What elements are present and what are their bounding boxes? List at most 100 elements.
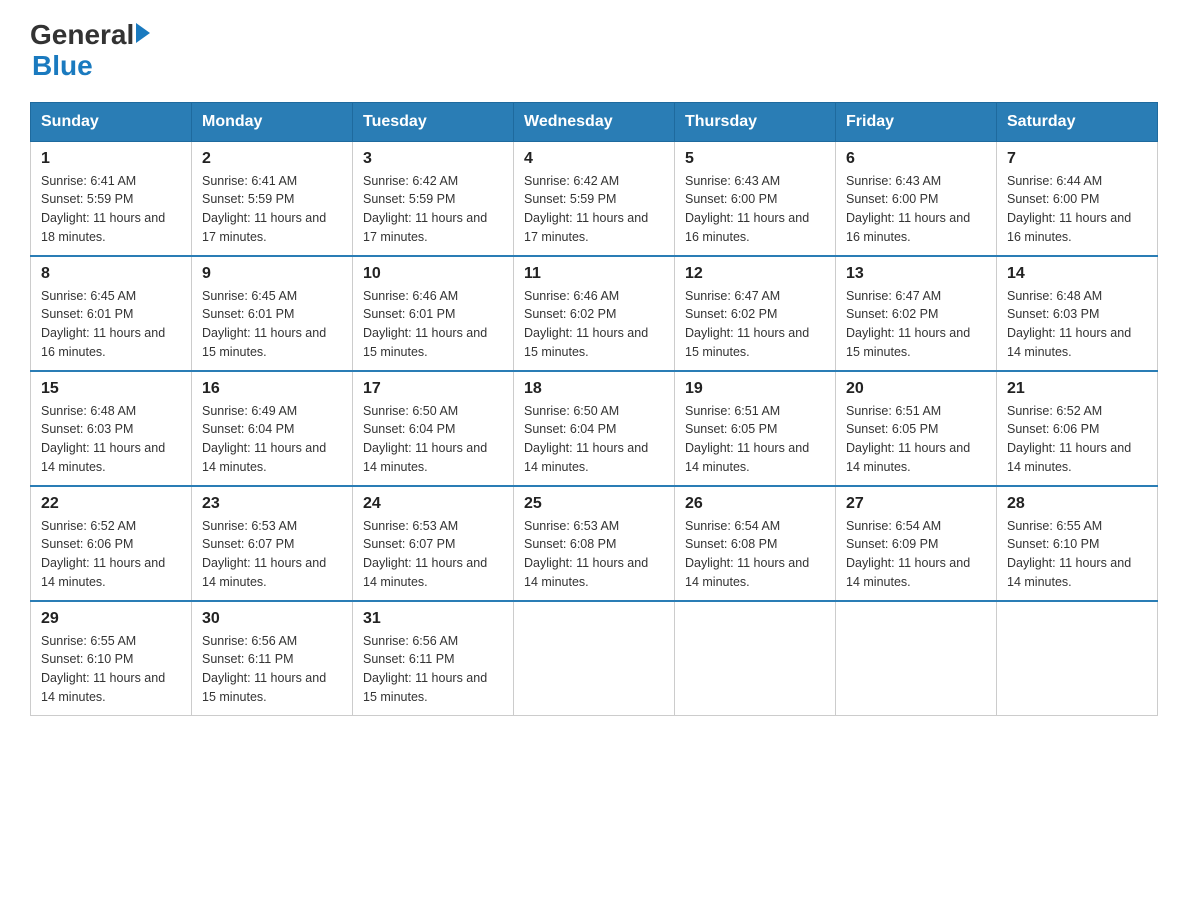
day-number: 18 bbox=[524, 380, 664, 398]
day-info: Sunrise: 6:53 AMSunset: 6:07 PMDaylight:… bbox=[363, 517, 503, 592]
calendar-cell: 17 Sunrise: 6:50 AMSunset: 6:04 PMDayligh… bbox=[353, 371, 514, 486]
calendar-cell: 24 Sunrise: 6:53 AMSunset: 6:07 PMDayligh… bbox=[353, 486, 514, 601]
day-number: 12 bbox=[685, 265, 825, 283]
day-number: 17 bbox=[363, 380, 503, 398]
calendar-cell bbox=[675, 601, 836, 716]
day-info: Sunrise: 6:55 AMSunset: 6:10 PMDaylight:… bbox=[1007, 517, 1147, 592]
calendar-cell: 22 Sunrise: 6:52 AMSunset: 6:06 PMDayligh… bbox=[31, 486, 192, 601]
day-number: 14 bbox=[1007, 265, 1147, 283]
calendar-cell bbox=[997, 601, 1158, 716]
day-number: 11 bbox=[524, 265, 664, 283]
day-info: Sunrise: 6:45 AMSunset: 6:01 PMDaylight:… bbox=[202, 287, 342, 362]
day-number: 1 bbox=[41, 150, 181, 168]
calendar-cell: 12 Sunrise: 6:47 AMSunset: 6:02 PMDayligh… bbox=[675, 256, 836, 371]
day-number: 2 bbox=[202, 150, 342, 168]
logo: General Blue bbox=[30, 20, 150, 82]
calendar-cell: 29 Sunrise: 6:55 AMSunset: 6:10 PMDayligh… bbox=[31, 601, 192, 716]
calendar-cell: 13Sunrise: 6:47 AMSunset: 6:02 PMDayligh… bbox=[836, 256, 997, 371]
calendar-cell: 8Sunrise: 6:45 AMSunset: 6:01 PMDaylight… bbox=[31, 256, 192, 371]
day-info: Sunrise: 6:43 AMSunset: 6:00 PMDaylight:… bbox=[685, 172, 825, 247]
calendar-week-5: 29 Sunrise: 6:55 AMSunset: 6:10 PMDayligh… bbox=[31, 601, 1158, 716]
day-info: Sunrise: 6:45 AMSunset: 6:01 PMDaylight:… bbox=[41, 287, 181, 362]
day-info: Sunrise: 6:41 AMSunset: 5:59 PMDaylight:… bbox=[202, 172, 342, 247]
day-number: 16 bbox=[202, 380, 342, 398]
logo-general: General bbox=[30, 20, 134, 51]
calendar-week-3: 15Sunrise: 6:48 AMSunset: 6:03 PMDayligh… bbox=[31, 371, 1158, 486]
calendar-body: 1 Sunrise: 6:41 AMSunset: 5:59 PMDaylight… bbox=[31, 141, 1158, 715]
day-info: Sunrise: 6:42 AMSunset: 5:59 PMDaylight:… bbox=[524, 172, 664, 247]
day-number: 10 bbox=[363, 265, 503, 283]
header-tuesday: Tuesday bbox=[353, 102, 514, 141]
day-number: 24 bbox=[363, 495, 503, 513]
calendar-cell: 26 Sunrise: 6:54 AMSunset: 6:08 PMDayligh… bbox=[675, 486, 836, 601]
day-info: Sunrise: 6:51 AMSunset: 6:05 PMDaylight:… bbox=[685, 402, 825, 477]
day-info: Sunrise: 6:50 AMSunset: 6:04 PMDaylight:… bbox=[524, 402, 664, 477]
day-info: Sunrise: 6:46 AMSunset: 6:02 PMDaylight:… bbox=[524, 287, 664, 362]
calendar-cell: 27 Sunrise: 6:54 AMSunset: 6:09 PMDayligh… bbox=[836, 486, 997, 601]
calendar-week-2: 8Sunrise: 6:45 AMSunset: 6:01 PMDaylight… bbox=[31, 256, 1158, 371]
day-info: Sunrise: 6:44 AMSunset: 6:00 PMDaylight:… bbox=[1007, 172, 1147, 247]
header-sunday: Sunday bbox=[31, 102, 192, 141]
day-info: Sunrise: 6:56 AMSunset: 6:11 PMDaylight:… bbox=[202, 632, 342, 707]
calendar-cell: 11 Sunrise: 6:46 AMSunset: 6:02 PMDayligh… bbox=[514, 256, 675, 371]
day-info: Sunrise: 6:52 AMSunset: 6:06 PMDaylight:… bbox=[1007, 402, 1147, 477]
day-number: 6 bbox=[846, 150, 986, 168]
day-number: 7 bbox=[1007, 150, 1147, 168]
calendar-cell: 6 Sunrise: 6:43 AMSunset: 6:00 PMDaylight… bbox=[836, 141, 997, 256]
day-info: Sunrise: 6:53 AMSunset: 6:07 PMDaylight:… bbox=[202, 517, 342, 592]
day-info: Sunrise: 6:47 AMSunset: 6:02 PMDaylight:… bbox=[685, 287, 825, 362]
calendar-cell: 16Sunrise: 6:49 AMSunset: 6:04 PMDayligh… bbox=[192, 371, 353, 486]
calendar-cell: 7 Sunrise: 6:44 AMSunset: 6:00 PMDaylight… bbox=[997, 141, 1158, 256]
calendar-cell: 21Sunrise: 6:52 AMSunset: 6:06 PMDayligh… bbox=[997, 371, 1158, 486]
day-info: Sunrise: 6:48 AMSunset: 6:03 PMDaylight:… bbox=[41, 402, 181, 477]
calendar-cell: 9 Sunrise: 6:45 AMSunset: 6:01 PMDaylight… bbox=[192, 256, 353, 371]
day-info: Sunrise: 6:43 AMSunset: 6:00 PMDaylight:… bbox=[846, 172, 986, 247]
day-number: 3 bbox=[363, 150, 503, 168]
calendar-table: SundayMondayTuesdayWednesdayThursdayFrid… bbox=[30, 102, 1158, 716]
logo-arrow-icon bbox=[136, 23, 150, 43]
day-info: Sunrise: 6:55 AMSunset: 6:10 PMDaylight:… bbox=[41, 632, 181, 707]
day-number: 27 bbox=[846, 495, 986, 513]
day-info: Sunrise: 6:56 AMSunset: 6:11 PMDaylight:… bbox=[363, 632, 503, 707]
day-number: 25 bbox=[524, 495, 664, 513]
calendar-cell: 30 Sunrise: 6:56 AMSunset: 6:11 PMDayligh… bbox=[192, 601, 353, 716]
day-info: Sunrise: 6:52 AMSunset: 6:06 PMDaylight:… bbox=[41, 517, 181, 592]
calendar-cell: 19Sunrise: 6:51 AMSunset: 6:05 PMDayligh… bbox=[675, 371, 836, 486]
logo-blue: Blue bbox=[32, 51, 93, 82]
header-thursday: Thursday bbox=[675, 102, 836, 141]
calendar-cell bbox=[836, 601, 997, 716]
day-info: Sunrise: 6:54 AMSunset: 6:09 PMDaylight:… bbox=[846, 517, 986, 592]
day-number: 4 bbox=[524, 150, 664, 168]
calendar-cell: 3Sunrise: 6:42 AMSunset: 5:59 PMDaylight… bbox=[353, 141, 514, 256]
day-info: Sunrise: 6:41 AMSunset: 5:59 PMDaylight:… bbox=[41, 172, 181, 247]
day-number: 22 bbox=[41, 495, 181, 513]
day-info: Sunrise: 6:51 AMSunset: 6:05 PMDaylight:… bbox=[846, 402, 986, 477]
calendar-cell: 25 Sunrise: 6:53 AMSunset: 6:08 PMDayligh… bbox=[514, 486, 675, 601]
calendar-cell: 31Sunrise: 6:56 AMSunset: 6:11 PMDayligh… bbox=[353, 601, 514, 716]
calendar-cell: 4 Sunrise: 6:42 AMSunset: 5:59 PMDaylight… bbox=[514, 141, 675, 256]
calendar-cell: 10 Sunrise: 6:46 AMSunset: 6:01 PMDayligh… bbox=[353, 256, 514, 371]
day-number: 26 bbox=[685, 495, 825, 513]
day-number: 28 bbox=[1007, 495, 1147, 513]
day-info: Sunrise: 6:53 AMSunset: 6:08 PMDaylight:… bbox=[524, 517, 664, 592]
calendar-header-row: SundayMondayTuesdayWednesdayThursdayFrid… bbox=[31, 102, 1158, 141]
day-number: 29 bbox=[41, 610, 181, 628]
calendar-cell: 14Sunrise: 6:48 AMSunset: 6:03 PMDayligh… bbox=[997, 256, 1158, 371]
calendar-cell bbox=[514, 601, 675, 716]
header-wednesday: Wednesday bbox=[514, 102, 675, 141]
day-info: Sunrise: 6:50 AMSunset: 6:04 PMDaylight:… bbox=[363, 402, 503, 477]
day-number: 30 bbox=[202, 610, 342, 628]
day-number: 20 bbox=[846, 380, 986, 398]
day-info: Sunrise: 6:47 AMSunset: 6:02 PMDaylight:… bbox=[846, 287, 986, 362]
calendar-cell: 18 Sunrise: 6:50 AMSunset: 6:04 PMDayligh… bbox=[514, 371, 675, 486]
calendar-cell: 20 Sunrise: 6:51 AMSunset: 6:05 PMDayligh… bbox=[836, 371, 997, 486]
calendar-cell: 23Sunrise: 6:53 AMSunset: 6:07 PMDayligh… bbox=[192, 486, 353, 601]
day-info: Sunrise: 6:54 AMSunset: 6:08 PMDaylight:… bbox=[685, 517, 825, 592]
day-info: Sunrise: 6:46 AMSunset: 6:01 PMDaylight:… bbox=[363, 287, 503, 362]
calendar-cell: 28 Sunrise: 6:55 AMSunset: 6:10 PMDayligh… bbox=[997, 486, 1158, 601]
page-header: General Blue bbox=[30, 20, 1158, 82]
calendar-cell: 15Sunrise: 6:48 AMSunset: 6:03 PMDayligh… bbox=[31, 371, 192, 486]
day-number: 9 bbox=[202, 265, 342, 283]
calendar-cell: 5Sunrise: 6:43 AMSunset: 6:00 PMDaylight… bbox=[675, 141, 836, 256]
header-friday: Friday bbox=[836, 102, 997, 141]
